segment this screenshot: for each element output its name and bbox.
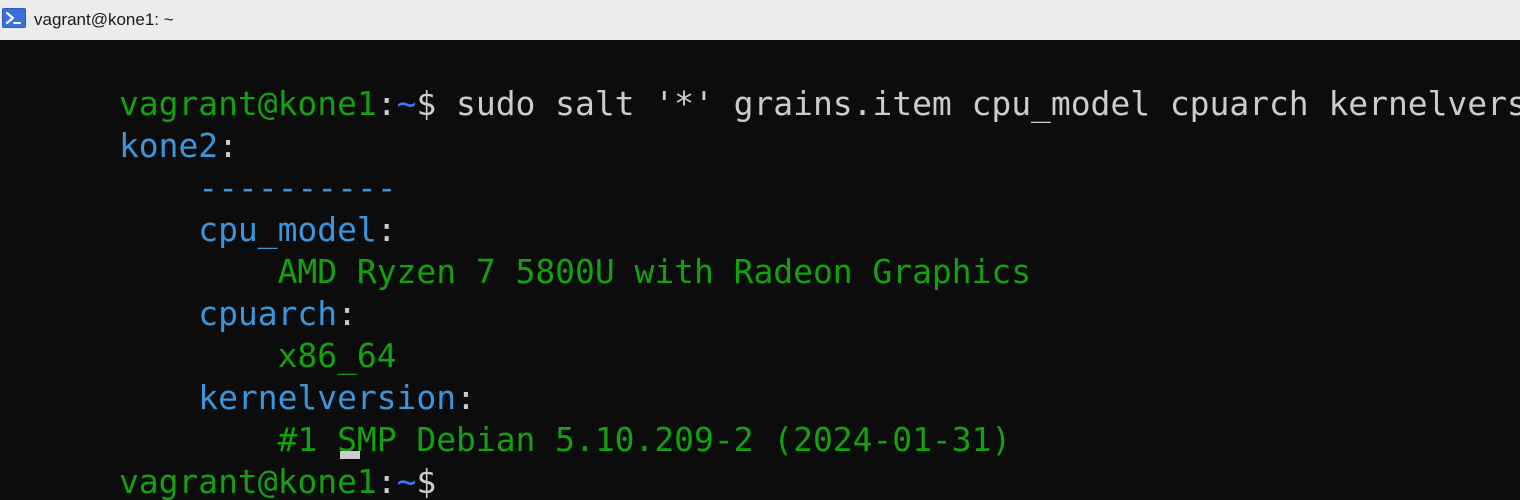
terminal-line-key-kernelversion: kernelversion: — [0, 335, 476, 417]
prompt-path: ~ — [396, 84, 417, 123]
prompt-colon: : — [376, 462, 397, 500]
command-text: sudo salt '*' grains.item cpu_model cpua… — [456, 84, 1520, 123]
prompt-path: ~ — [396, 462, 417, 500]
title-bar[interactable]: vagrant@kone1: ~ — [0, 0, 1520, 40]
terminal-output[interactable]: vagrant@kone1:~$ sudo salt '*' grains.it… — [0, 40, 1520, 500]
terminal-window: vagrant@kone1: ~ vagrant@kone1:~$ sudo s… — [0, 0, 1520, 500]
terminal-line-value-cpu-model: AMD Ryzen 7 5800U with Radeon Graphics — [0, 209, 1032, 291]
powershell-terminal-icon — [2, 8, 26, 30]
terminal-line-command: vagrant@kone1:~$ sudo salt '*' grains.it… — [0, 41, 1520, 123]
text-cursor — [340, 451, 360, 459]
prompt-dollar: $ — [416, 462, 457, 500]
terminal-line-separator: ---------- — [0, 125, 396, 207]
prompt-dollar: $ — [416, 84, 457, 123]
terminal-line-value-kernelversion: #1 SMP Debian 5.10.209-2 (2024-01-31) — [0, 377, 1012, 459]
prompt-user-host: vagrant@kone1 — [118, 462, 377, 500]
terminal-line-key-cpuarch: cpuarch: — [0, 251, 357, 333]
terminal-line-prompt: vagrant@kone1:~$ — [0, 419, 456, 500]
terminal-line-key-cpu-model: cpu_model: — [0, 167, 396, 249]
prompt-colon: : — [376, 84, 397, 123]
window-title: vagrant@kone1: ~ — [34, 10, 174, 29]
terminal-line-minion: kone2: — [0, 83, 238, 165]
terminal-line-value-cpuarch: x86_64 — [0, 293, 397, 375]
